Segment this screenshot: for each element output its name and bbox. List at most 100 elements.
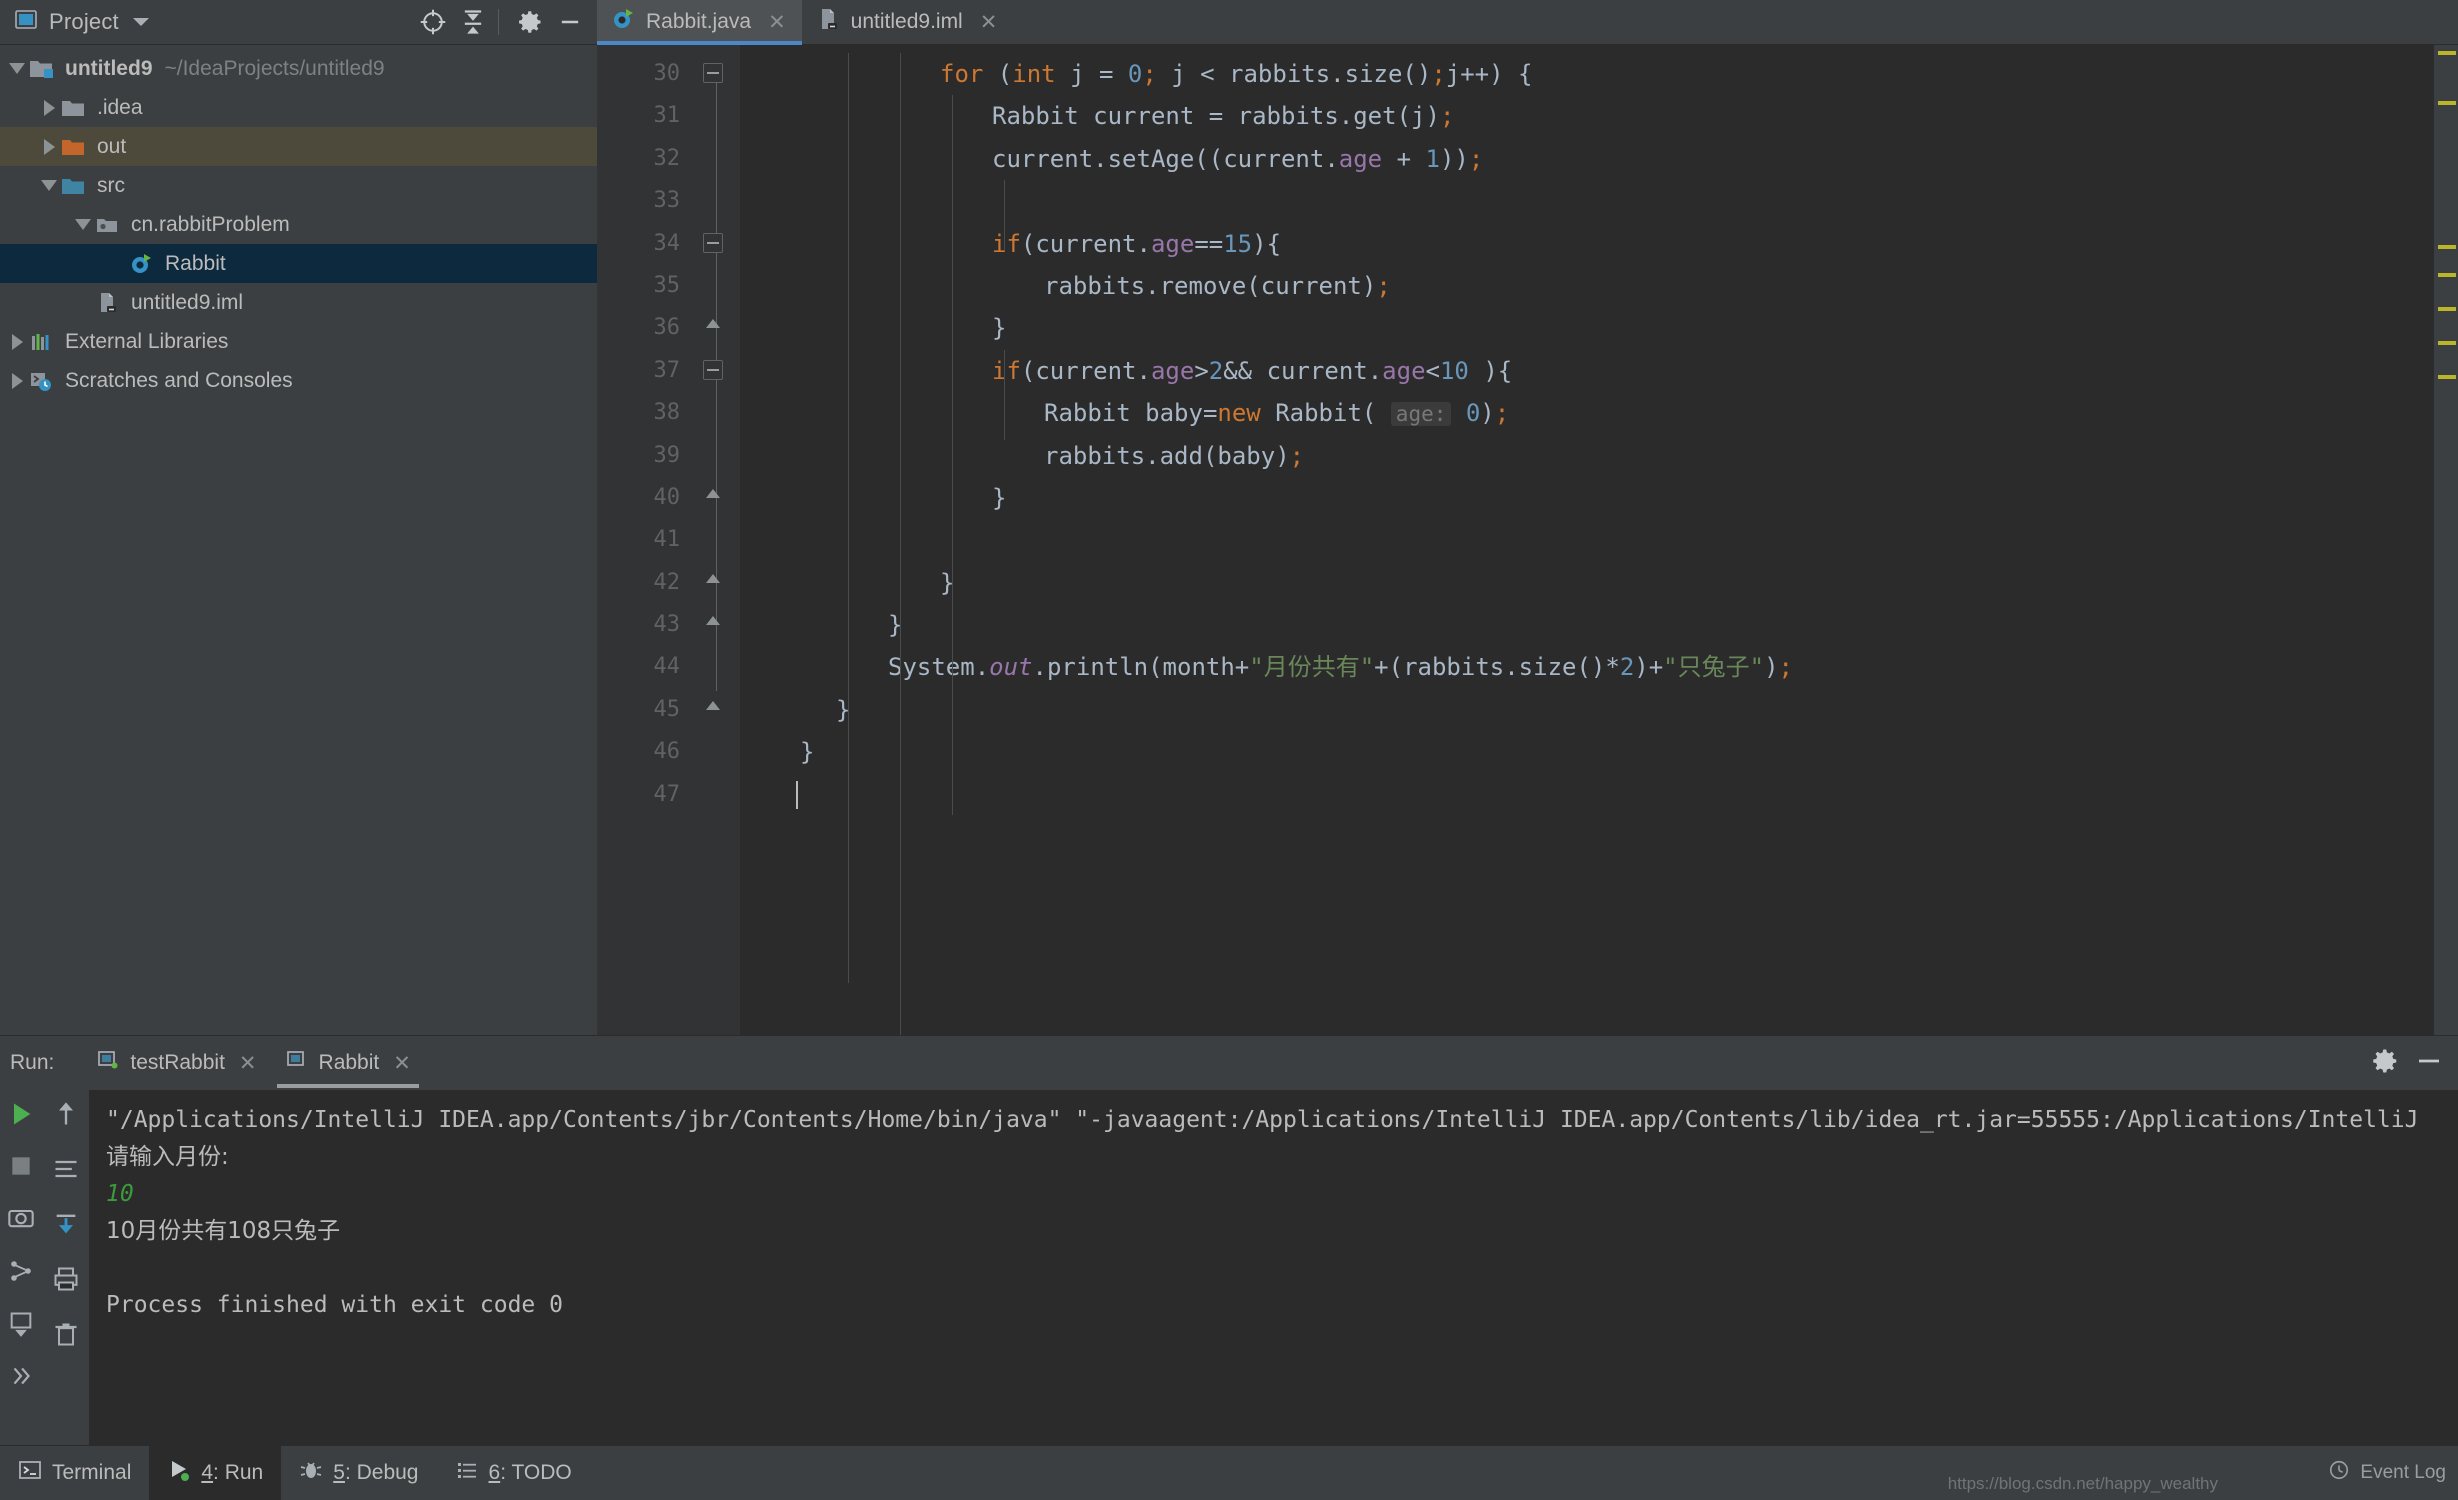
stop-icon[interactable] [8,1153,34,1184]
fold-row [694,350,740,392]
fold-end-icon[interactable] [706,700,720,710]
code-text-area[interactable]: for (int j = 0; j < rabbits.size();j++) … [740,45,2434,1035]
close-icon[interactable]: ✕ [768,12,786,33]
twisty-down-icon[interactable] [72,214,94,236]
twisty-down-icon[interactable] [38,175,60,197]
twisty-right-icon[interactable] [38,97,60,119]
locate-icon[interactable] [416,5,450,39]
editor-tab-untitled9-iml[interactable]: untitled9.iml ✕ [802,0,1014,44]
intellij-window: Project Rabbit.java ✕ untitled9.iml ✕ un… [0,0,2458,1500]
code-line: } [888,611,903,640]
more-icon[interactable] [8,1363,34,1394]
twisty-none [106,253,128,275]
trash-icon[interactable] [52,1320,80,1353]
marker-warning[interactable] [2438,101,2456,105]
tree-row-rabbit[interactable]: Rabbit [0,244,597,283]
tree-row-scratches[interactable]: Scratches and Consoles [0,361,597,400]
print-icon[interactable] [52,1265,80,1298]
run-tab-rabbit[interactable]: Rabbit ✕ [271,1036,425,1090]
indent-guide [1004,350,1005,440]
twisty-right-icon[interactable] [38,136,60,158]
fold-row [694,53,740,95]
marker-warning[interactable] [2438,273,2456,277]
event-log-label[interactable]: Event Log [2360,1462,2446,1484]
camera-icon[interactable] [7,1204,35,1237]
close-icon[interactable]: ✕ [980,12,998,33]
fold-end-icon[interactable] [706,488,720,498]
minimize-icon[interactable] [553,5,587,39]
run-left-toolbar[interactable] [0,1090,42,1445]
run-tab-testrabbit[interactable]: testRabbit ✕ [82,1036,270,1090]
tree-row-untitled9[interactable]: untitled9 ~/IdeaProjects/untitled9 [0,49,597,88]
editor-tab-rabbit-java[interactable]: Rabbit.java ✕ [597,0,802,45]
chevron-down-icon[interactable] [132,18,149,26]
fold-collapse-icon[interactable] [703,232,723,253]
fold-end-icon[interactable] [706,573,720,583]
run-header-actions [2370,1046,2458,1081]
tree-label: cn.rabbitProblem [131,212,290,236]
twisty-down-icon[interactable] [6,58,28,80]
collapse-all-icon[interactable] [456,5,490,39]
tree-row-package[interactable]: cn.rabbitProblem [0,205,597,244]
tree-row-out[interactable]: out [0,127,597,166]
marker-warning[interactable] [2438,51,2456,55]
watermark: https://blog.csdn.net/happy_wealthy [1947,1474,2218,1493]
close-icon[interactable]: ✕ [393,1051,411,1076]
tree-row-idea[interactable]: .idea [0,88,597,127]
event-log-icon[interactable] [2328,1459,2350,1487]
thread-dump-icon[interactable] [7,1257,35,1290]
rerun-icon[interactable] [7,1100,35,1133]
fold-end-icon[interactable] [706,319,720,329]
export-icon[interactable] [7,1310,35,1343]
project-panel-title: Project [49,9,119,34]
run-second-toolbar[interactable] [42,1090,90,1445]
tree-row-iml[interactable]: untitled9.iml [0,283,597,322]
folder-gray-icon [60,96,88,120]
tree-label: Scratches and Consoles [65,368,293,392]
gear-icon[interactable] [513,5,547,39]
scroll-to-end-icon[interactable] [52,1210,80,1243]
marker-warning[interactable] [2438,375,2456,379]
soft-wrap-icon[interactable] [52,1155,80,1188]
line-number: 36 [653,315,681,341]
up-arrow-icon[interactable] [52,1100,80,1133]
status-bar: Terminal 4: Run 5: Debug 6: TODO Event L… [0,1445,2458,1500]
text-caret [796,780,798,809]
twisty-right-icon[interactable] [6,331,28,353]
status-item-debug[interactable]: 5: Debug [281,1446,436,1500]
terminal-icon [18,1458,42,1488]
fold-row [694,562,740,604]
run-tool-window: Run: testRabbit ✕ Rabbit ✕ "/Application… [0,1035,2458,1445]
tree-label: untitled9.iml [131,290,244,314]
status-item-todo[interactable]: 6: TODO [437,1446,590,1500]
marker-warning[interactable] [2438,245,2456,249]
status-item-label: Terminal [52,1461,132,1484]
iml-file-icon [94,291,122,315]
folder-orange-icon [60,135,88,159]
status-item-run[interactable]: 4: Run [149,1446,282,1500]
run-tool-header: Run: testRabbit ✕ Rabbit ✕ [0,1036,2458,1090]
fold-row [694,95,740,137]
tree-row-src[interactable]: src [0,166,597,205]
twisty-right-icon[interactable] [6,370,28,392]
editor-marker-bar[interactable] [2434,45,2458,1035]
project-panel-icon [14,8,38,37]
tree-row-external-libraries[interactable]: External Libraries [0,322,597,361]
fold-collapse-icon[interactable] [703,63,723,83]
marker-warning[interactable] [2438,341,2456,345]
status-item-label: : TODO [500,1461,572,1484]
run-console-output[interactable]: "/Applications/IntelliJ IDEA.app/Content… [90,1090,2458,1445]
code-editor[interactable]: 30 31 32 33 34 35 36 37 38 39 40 41 42 4… [597,45,2458,1035]
code-folding-gutter[interactable] [694,45,740,1035]
minimize-icon[interactable] [2414,1046,2444,1081]
marker-warning[interactable] [2438,307,2456,311]
project-tree[interactable]: untitled9 ~/IdeaProjects/untitled9 .idea [0,45,597,1035]
gear-icon[interactable] [2370,1046,2400,1081]
tree-label: .idea [97,95,143,119]
run-tab-label: testRabbit [130,1051,225,1074]
fold-collapse-icon[interactable] [703,359,723,380]
status-item-terminal[interactable]: Terminal [0,1446,149,1500]
close-icon[interactable]: ✕ [239,1051,257,1076]
fold-end-icon[interactable] [706,616,720,626]
tree-label: Rabbit [165,251,226,275]
